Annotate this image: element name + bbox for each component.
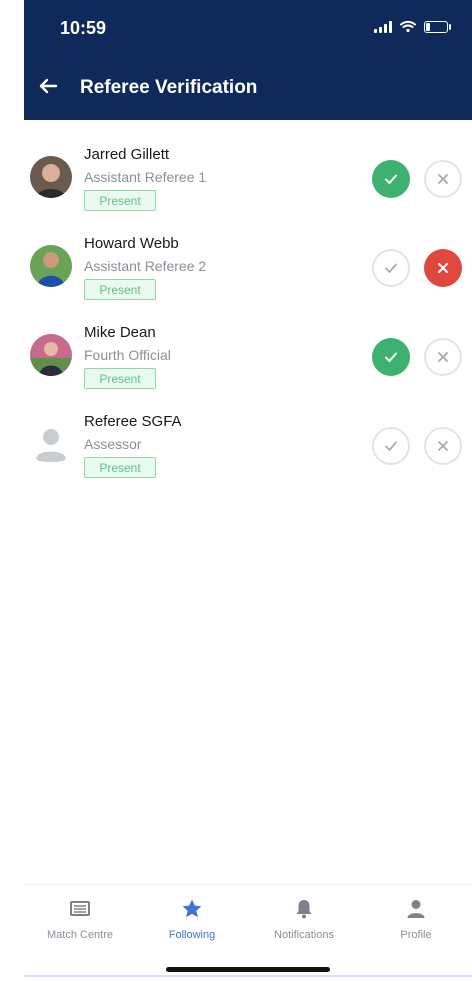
approve-button[interactable] [372, 427, 410, 465]
referee-row: Referee SGFA Assessor Present [24, 407, 472, 496]
page-title: Referee Verification [80, 77, 258, 98]
match-centre-icon [70, 901, 90, 916]
referee-name: Jarred Gillett [84, 146, 170, 163]
check-icon [385, 441, 397, 451]
tab-label: Match Centre [46, 929, 114, 941]
wifi-icon [400, 20, 416, 35]
nav-row: Referee Verification [24, 64, 472, 108]
referee-role: Assessor [84, 436, 142, 452]
referee-role: Assistant Referee 1 [84, 169, 207, 185]
referee-name: Mike Dean [84, 324, 156, 341]
avatar [30, 156, 72, 198]
referee-row: Jarred Gillett Assistant Referee 1 Prese… [24, 140, 472, 229]
tab-profile[interactable]: Profile [360, 893, 472, 953]
tab-label: Profile [400, 929, 432, 941]
avatar [30, 245, 72, 287]
star-icon [182, 899, 202, 918]
referee-row: Howard Webb Assistant Referee 2 Present [24, 229, 472, 318]
referee-name: Referee SGFA [84, 413, 182, 430]
bottom-tab-bar: Match Centre Following Notifications Pro… [24, 884, 472, 981]
close-icon [438, 352, 448, 362]
status-badge: Present [84, 368, 156, 389]
approve-button[interactable] [372, 249, 410, 287]
tab-following[interactable]: Following [136, 893, 248, 953]
app-header: 10:59 Referee Verification [24, 0, 472, 120]
profile-icon [407, 900, 425, 918]
arrow-left-icon[interactable] [36, 74, 60, 98]
approve-button[interactable] [372, 160, 410, 198]
reject-button[interactable] [424, 427, 462, 465]
signal-icon [374, 21, 392, 33]
avatar-placeholder-icon [30, 423, 72, 465]
battery-icon [424, 21, 451, 33]
status-badge: Present [84, 279, 156, 300]
tab-match-centre[interactable]: Match Centre [24, 893, 136, 953]
status-time: 10:59 [60, 18, 107, 38]
phone-screen: 10:59 Referee Verification Jarred Gillet… [0, 0, 472, 981]
tab-label: Following [168, 929, 216, 941]
bell-icon [296, 900, 312, 919]
close-icon [438, 441, 448, 451]
reject-button[interactable] [424, 249, 462, 287]
reject-button[interactable] [424, 338, 462, 376]
avatar [30, 334, 72, 376]
close-icon [438, 174, 448, 184]
tab-notifications[interactable]: Notifications [248, 893, 360, 953]
check-icon [385, 263, 397, 273]
referee-role: Assistant Referee 2 [84, 258, 207, 274]
check-icon [385, 352, 397, 362]
check-icon [385, 174, 397, 184]
home-indicator [166, 967, 330, 972]
referee-role: Fourth Official [84, 347, 171, 363]
tab-label: Notifications [274, 929, 334, 941]
approve-button[interactable] [372, 338, 410, 376]
status-badge: Present [84, 190, 156, 211]
referee-list: Jarred Gillett Assistant Referee 1 Prese… [24, 140, 472, 496]
referee-row: Mike Dean Fourth Official Present [24, 318, 472, 407]
status-badge: Present [84, 457, 156, 478]
close-icon [438, 263, 448, 273]
reject-button[interactable] [424, 160, 462, 198]
referee-name: Howard Webb [84, 235, 179, 252]
bottom-divider [24, 975, 472, 977]
status-icons [374, 20, 451, 35]
